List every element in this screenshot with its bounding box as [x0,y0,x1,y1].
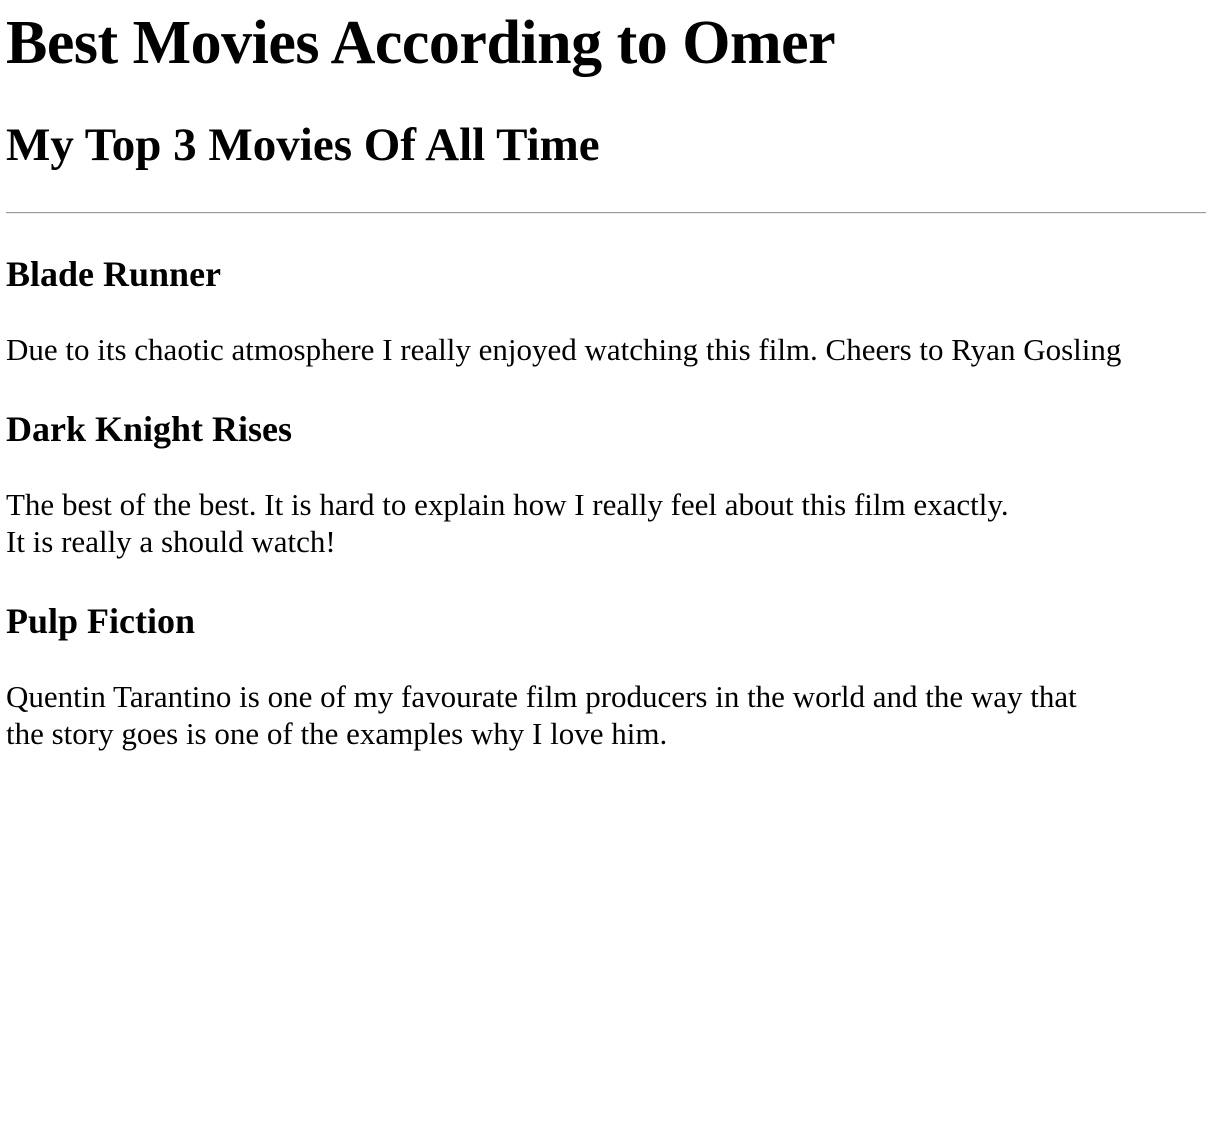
section-divider [6,212,1206,214]
movie-description: Quentin Tarantino is one of my favourate… [6,678,1200,752]
description-line: It is really a should watch! [6,524,336,559]
description-line: Quentin Tarantino is one of my favourate… [6,679,1077,714]
description-line: Due to its chaotic atmosphere I really e… [6,332,1122,367]
movie-entry-pulp-fiction: Pulp Fiction Quentin Tarantino is one of… [6,601,1200,752]
page-subtitle: My Top 3 Movies Of All Time [6,119,600,171]
movie-entry-dark-knight-rises: Dark Knight Rises The best of the best. … [6,409,1200,560]
movie-title: Pulp Fiction [6,601,196,641]
page-title: Best Movies According to Omer [6,9,836,77]
page-content: Best Movies According to Omer My Top 3 M… [0,12,1206,752]
movie-entry-blade-runner: Blade Runner Due to its chaotic atmosphe… [6,254,1200,368]
description-line: the story goes is one of the examples wh… [6,716,668,751]
movie-description: The best of the best. It is hard to expl… [6,486,1200,560]
movie-title: Dark Knight Rises [6,409,293,449]
description-line: The best of the best. It is hard to expl… [6,487,1009,522]
movie-title: Blade Runner [6,254,222,294]
movie-description: Due to its chaotic atmosphere I really e… [6,331,1200,368]
